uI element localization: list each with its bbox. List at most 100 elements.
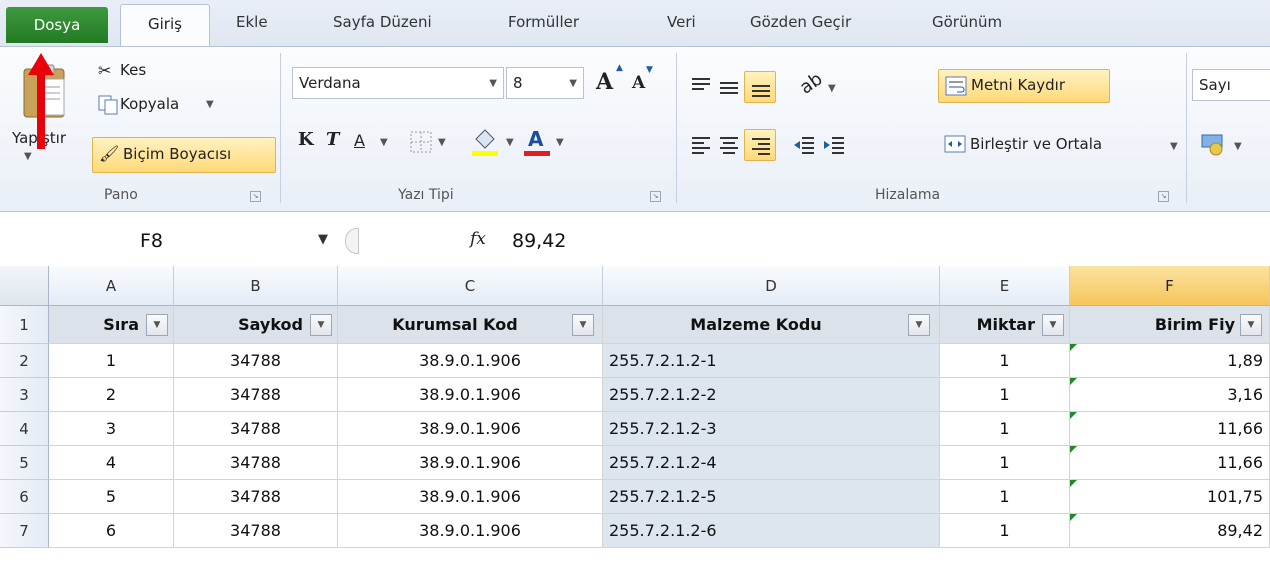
table-cell[interactable]: 34788 — [174, 378, 338, 412]
formula-input[interactable]: 89,42 — [512, 230, 566, 252]
font-name-combo[interactable]: Verdana ▼ — [292, 67, 504, 99]
increase-indent-icon[interactable] — [822, 135, 846, 155]
table-cell[interactable]: 3,16 — [1070, 378, 1270, 412]
tab-data[interactable]: Veri — [667, 13, 696, 31]
number-format-combo[interactable]: Sayı — [1192, 69, 1270, 101]
table-cell[interactable]: 6 — [49, 514, 174, 548]
copy-button[interactable]: Kopyala ▼ — [96, 91, 246, 119]
table-cell[interactable]: 5 — [49, 480, 174, 514]
tab-insert[interactable]: Ekle — [236, 13, 268, 31]
alignment-launcher-icon[interactable]: ↘ — [1158, 191, 1169, 202]
column-header-e[interactable]: E — [940, 266, 1070, 306]
table-cell[interactable]: 255.7.2.1.2-3 — [603, 412, 940, 446]
font-size-combo[interactable]: 8 ▼ — [506, 67, 584, 99]
tab-view[interactable]: Görünüm — [932, 13, 1002, 31]
tab-home[interactable]: Giriş — [120, 4, 210, 50]
insert-function-button[interactable]: fx — [470, 229, 486, 249]
column-header-b[interactable]: B — [174, 266, 338, 306]
table-cell[interactable]: 34788 — [174, 446, 338, 480]
column-header-f[interactable]: F — [1070, 266, 1270, 306]
font-color-button[interactable]: A — [522, 125, 552, 157]
filter-dropdown-icon[interactable]: ▼ — [1042, 314, 1064, 336]
decrease-indent-icon[interactable] — [792, 135, 816, 155]
table-cell[interactable]: 4 — [49, 446, 174, 480]
italic-button[interactable]: T — [326, 129, 339, 150]
table-cell[interactable]: 34788 — [174, 480, 338, 514]
tab-formulas[interactable]: Formüller — [508, 13, 579, 31]
filter-dropdown-icon[interactable]: ▼ — [1240, 314, 1262, 336]
tab-review[interactable]: Gözden Geçir — [750, 13, 851, 31]
table-cell[interactable]: 1 — [940, 344, 1070, 378]
wrap-text-button[interactable]: Metni Kaydır — [938, 69, 1110, 103]
bold-button[interactable]: K — [298, 129, 314, 150]
accounting-format-icon[interactable] — [1200, 131, 1228, 157]
merge-center-button[interactable]: Birleştir ve Ortala ▼ — [938, 131, 1198, 161]
table-cell[interactable]: 38.9.0.1.906 — [338, 514, 603, 548]
table-cell[interactable]: 11,66 — [1070, 446, 1270, 480]
table-cell[interactable]: 255.7.2.1.2-4 — [603, 446, 940, 480]
tab-file[interactable]: Dosya — [6, 7, 108, 43]
underline-button[interactable]: A — [354, 131, 365, 150]
table-cell[interactable]: 38.9.0.1.906 — [338, 378, 603, 412]
name-box-dropdown-icon[interactable]: ▼ — [318, 232, 328, 247]
align-right-button[interactable] — [744, 129, 776, 161]
table-cell[interactable]: 1 — [49, 344, 174, 378]
row-header[interactable]: 1 — [0, 306, 49, 344]
table-cell[interactable]: 2 — [49, 378, 174, 412]
shrink-font-button[interactable]: A — [632, 73, 645, 93]
format-painter-button[interactable]: 🖌 Biçim Boyacısı — [92, 137, 276, 173]
table-cell[interactable]: 34788 — [174, 412, 338, 446]
fill-color-icon[interactable] — [470, 125, 500, 157]
align-bottom-button[interactable] — [744, 71, 776, 103]
table-cell[interactable]: 38.9.0.1.906 — [338, 480, 603, 514]
filter-dropdown-icon[interactable]: ▼ — [908, 314, 930, 336]
table-cell[interactable]: 1 — [940, 480, 1070, 514]
filter-dropdown-icon[interactable]: ▼ — [310, 314, 332, 336]
table-cell[interactable]: 255.7.2.1.2-6 — [603, 514, 940, 548]
row-header[interactable]: 5 — [0, 446, 49, 480]
header-cell-kurumsal-kod[interactable]: Kurumsal Kod — [338, 306, 603, 344]
column-header-a[interactable]: A — [49, 266, 174, 306]
table-cell[interactable]: 38.9.0.1.906 — [338, 446, 603, 480]
table-cell[interactable]: 255.7.2.1.2-1 — [603, 344, 940, 378]
name-box[interactable]: F8 ▼ — [0, 224, 338, 260]
align-left-icon[interactable] — [690, 135, 712, 155]
row-header[interactable]: 2 — [0, 344, 49, 378]
cut-button[interactable]: ✂ Kes — [96, 59, 206, 87]
column-header-c[interactable]: C — [338, 266, 603, 306]
table-cell[interactable]: 38.9.0.1.906 — [338, 412, 603, 446]
orientation-icon[interactable]: ab — [796, 68, 826, 98]
row-header[interactable]: 6 — [0, 480, 49, 514]
select-all-corner[interactable] — [0, 266, 49, 306]
row-header[interactable]: 4 — [0, 412, 49, 446]
row-header[interactable]: 7 — [0, 514, 49, 548]
table-cell[interactable]: 34788 — [174, 514, 338, 548]
align-center-icon[interactable] — [718, 135, 740, 155]
font-launcher-icon[interactable]: ↘ — [650, 191, 661, 202]
borders-icon[interactable] — [410, 131, 432, 153]
table-cell[interactable]: 1,89 — [1070, 344, 1270, 378]
table-cell[interactable]: 38.9.0.1.906 — [338, 344, 603, 378]
align-middle-icon[interactable] — [718, 77, 740, 99]
table-cell[interactable]: 1 — [940, 378, 1070, 412]
table-cell[interactable]: 3 — [49, 412, 174, 446]
grow-font-button[interactable]: A — [596, 69, 613, 95]
column-header-d[interactable]: D — [603, 266, 940, 306]
table-cell[interactable]: 34788 — [174, 344, 338, 378]
error-indicator-icon — [1070, 480, 1077, 487]
table-cell[interactable]: 1 — [940, 446, 1070, 480]
header-cell-malzeme-kodu[interactable]: Malzeme Kodu — [603, 306, 940, 344]
table-cell[interactable]: 89,42 — [1070, 514, 1270, 548]
clipboard-launcher-icon[interactable]: ↘ — [250, 191, 261, 202]
table-cell[interactable]: 101,75 — [1070, 480, 1270, 514]
table-cell[interactable]: 1 — [940, 412, 1070, 446]
filter-dropdown-icon[interactable]: ▼ — [146, 314, 168, 336]
table-cell[interactable]: 255.7.2.1.2-2 — [603, 378, 940, 412]
table-cell[interactable]: 1 — [940, 514, 1070, 548]
filter-dropdown-icon[interactable]: ▼ — [572, 314, 594, 336]
table-cell[interactable]: 255.7.2.1.2-5 — [603, 480, 940, 514]
table-cell[interactable]: 11,66 — [1070, 412, 1270, 446]
row-header[interactable]: 3 — [0, 378, 49, 412]
tab-page-layout[interactable]: Sayfa Düzeni — [333, 13, 432, 31]
align-top-icon[interactable] — [690, 77, 712, 95]
